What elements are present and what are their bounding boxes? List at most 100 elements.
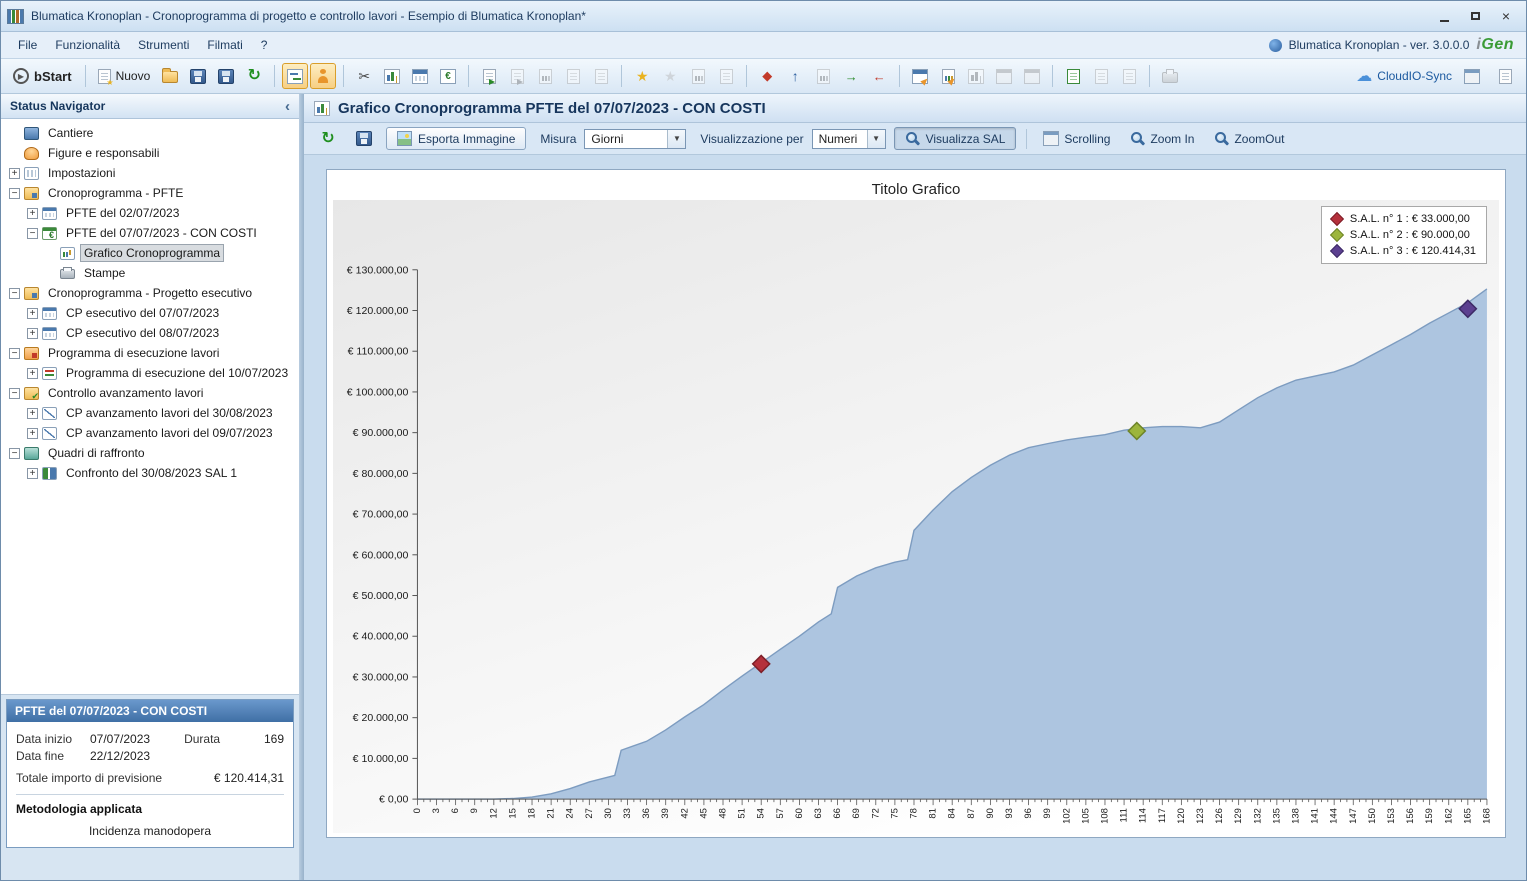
totale-value: € 120.414,31 (214, 771, 284, 785)
expand-icon[interactable]: + (27, 208, 38, 219)
collapse-icon[interactable]: − (9, 388, 20, 399)
misura-select[interactable]: Giorni ▼ (584, 129, 686, 149)
expand-icon[interactable]: + (27, 308, 38, 319)
menu-item-strumenti[interactable]: Strumenti (129, 35, 198, 55)
star-glyph-icon (634, 69, 650, 84)
expand-icon[interactable]: + (27, 428, 38, 439)
close-button[interactable]: × (1492, 6, 1520, 26)
menu-item-file[interactable]: File (9, 35, 46, 55)
menu-item-funzionalita[interactable]: Funzionalità (46, 35, 129, 55)
collapse-icon[interactable]: − (9, 448, 20, 459)
outdent-task-icon[interactable] (866, 63, 892, 89)
tree-item-confronto-del-30-08-2023-sal-1[interactable]: +Confronto del 30/08/2023 SAL 1 (5, 463, 299, 483)
nuovo-button[interactable]: Nuovo (91, 67, 158, 86)
chevron-down-icon[interactable]: ▼ (867, 130, 885, 148)
new-phase-icon[interactable] (629, 63, 655, 89)
tree-item-programma-di-esecuzione-lavori[interactable]: −Programma di esecuzione lavori (5, 343, 299, 363)
cloud-icon (1356, 69, 1372, 84)
legend-item-sal-1: S.A.L. n° 1 : € 33.000,00 (1332, 213, 1476, 225)
collapse-icon[interactable]: − (9, 288, 20, 299)
tree-item-grafico-cronoprogramma[interactable]: Grafico Cronoprogramma (5, 243, 299, 263)
collapse-icon[interactable]: − (27, 228, 38, 239)
tree-item-stampe[interactable]: Stampe (5, 263, 299, 283)
save-all-icon[interactable] (213, 63, 239, 89)
expand-icon[interactable]: + (27, 368, 38, 379)
minimize-button[interactable] (1430, 6, 1458, 26)
move-up-icon[interactable] (782, 63, 808, 89)
tree-item-programma-di-esecuzione-del-10-07-2023[interactable]: +Programma di esecuzione del 10/07/2023 (5, 363, 299, 383)
x-tick-label: 159 (1424, 808, 1435, 824)
doc-glyph-icon (595, 69, 608, 84)
y-tick-label: € 130.000,00 (347, 264, 409, 276)
collapse-icon[interactable]: − (9, 188, 20, 199)
bstart-button[interactable]: ▶ bStart (9, 66, 80, 86)
tree-item-cp-avanzamento-lavori-del-09-07-2023[interactable]: + CP avanzamento lavori del 09/07/2023 (5, 423, 299, 443)
bstart-label: bStart (34, 69, 72, 84)
tree-item-label: Impostazioni (44, 164, 119, 182)
tree-item-impostazioni[interactable]: + Impostazioni (5, 163, 299, 183)
visualizza-sal-button[interactable]: Visualizza SAL (894, 127, 1017, 150)
notes-icon[interactable] (1060, 63, 1086, 89)
visualizzazione-select[interactable]: Numeri ▼ (812, 129, 886, 149)
edit-chart-icon[interactable] (935, 63, 961, 89)
tree-item-cp-avanzamento-lavori-del-30-08-2023[interactable]: +CP avanzamento lavori del 30/08/2023 (5, 403, 299, 423)
chevron-down-icon[interactable]: ▼ (667, 130, 685, 148)
cal-icon (42, 327, 57, 340)
visualizzazione-value: Numeri (813, 132, 867, 146)
tree-item-label: Controllo avanzamento lavori (44, 384, 207, 402)
export-image-icon[interactable] (476, 63, 502, 89)
zoom-in-button[interactable]: Zoom In (1124, 127, 1200, 150)
gantt-view-icon[interactable] (282, 63, 308, 89)
expand-icon[interactable]: + (9, 168, 20, 179)
y-tick-label: € 120.000,00 (347, 305, 409, 317)
tree-item-pfte-del-07-07-2023-con-costi[interactable]: −PFTE del 07/07/2023 - CON COSTI (5, 223, 299, 243)
open-project-icon[interactable] (157, 63, 183, 89)
zoom-out-icon (1214, 131, 1229, 146)
tree-item-cp-esecutivo-del-07-07-2023[interactable]: +CP esecutivo del 07/07/2023 (5, 303, 299, 323)
menu-item-filmati[interactable]: Filmati (198, 35, 251, 55)
toolbar-separator (274, 65, 275, 87)
scrolling-button[interactable]: Scrolling (1037, 127, 1116, 150)
uparrow-glyph-icon (787, 69, 803, 84)
save-icon[interactable] (185, 63, 211, 89)
tree-item-label: Cronoprogramma - Progetto esecutivo (44, 284, 256, 302)
chart-disabled-icon (963, 63, 989, 89)
tree-item-quadri-di-raffronto[interactable]: −Quadri di raffronto (5, 443, 299, 463)
edit-calendar-icon[interactable] (907, 63, 933, 89)
expand-icon[interactable]: + (27, 408, 38, 419)
cost-table-icon[interactable] (435, 63, 461, 89)
tree-item-pfte-del-02-07-2023[interactable]: +PFTE del 02/07/2023 (5, 203, 299, 223)
calendar-icon[interactable] (407, 63, 433, 89)
statistics-icon[interactable] (379, 63, 405, 89)
tree-item-figure-e-responsabili[interactable]: Figure e responsabili (5, 143, 299, 163)
resources-view-icon[interactable] (310, 63, 336, 89)
tree-item-cantiere[interactable]: Cantiere (5, 123, 299, 143)
tree-item-cronoprogramma-pfte[interactable]: −Cronoprogramma - PFTE (5, 183, 299, 203)
refresh-icon[interactable] (241, 63, 267, 89)
tree-item-cronoprogramma-progetto-esecutivo[interactable]: − Cronoprogramma - Progetto esecutivo (5, 283, 299, 303)
y-tick-label: € 60.000,00 (353, 549, 409, 561)
indent-task-icon[interactable] (838, 63, 864, 89)
cloud-sync-button[interactable]: CloudIO-Sync (1356, 69, 1452, 84)
expand-icon[interactable]: + (27, 468, 38, 479)
document-icon (1499, 69, 1512, 84)
tree-item-label: CP avanzamento lavori del 09/07/2023 (62, 424, 277, 442)
sync-users-button[interactable] (1459, 63, 1485, 89)
maximize-button[interactable] (1461, 6, 1489, 26)
zoom-out-button[interactable]: ZoomOut (1208, 127, 1290, 150)
esporta-immagine-button[interactable]: Esporta Immagine (386, 127, 526, 150)
collapse-sidebar-button[interactable]: ‹ (285, 99, 290, 114)
tree-item-controllo-avanzamento-lavori[interactable]: − Controllo avanzamento lavori (5, 383, 299, 403)
tree-item-cp-esecutivo-del-08-07-2023[interactable]: +CP esecutivo del 08/07/2023 (5, 323, 299, 343)
milestone-icon[interactable] (754, 63, 780, 89)
sync-report-button[interactable] (1492, 63, 1518, 89)
chart-save-button[interactable] (350, 127, 378, 150)
chart-refresh-button[interactable] (314, 127, 342, 150)
divider (16, 794, 284, 795)
menu-item-help[interactable]: ? (252, 35, 277, 55)
totale-label: Totale importo di previsione (16, 771, 214, 785)
version-label: Blumatica Kronoplan - ver. 3.0.0.0 (1289, 38, 1470, 52)
expand-icon[interactable]: + (27, 328, 38, 339)
collapse-icon[interactable]: − (9, 348, 20, 359)
tools-icon[interactable] (351, 63, 377, 89)
